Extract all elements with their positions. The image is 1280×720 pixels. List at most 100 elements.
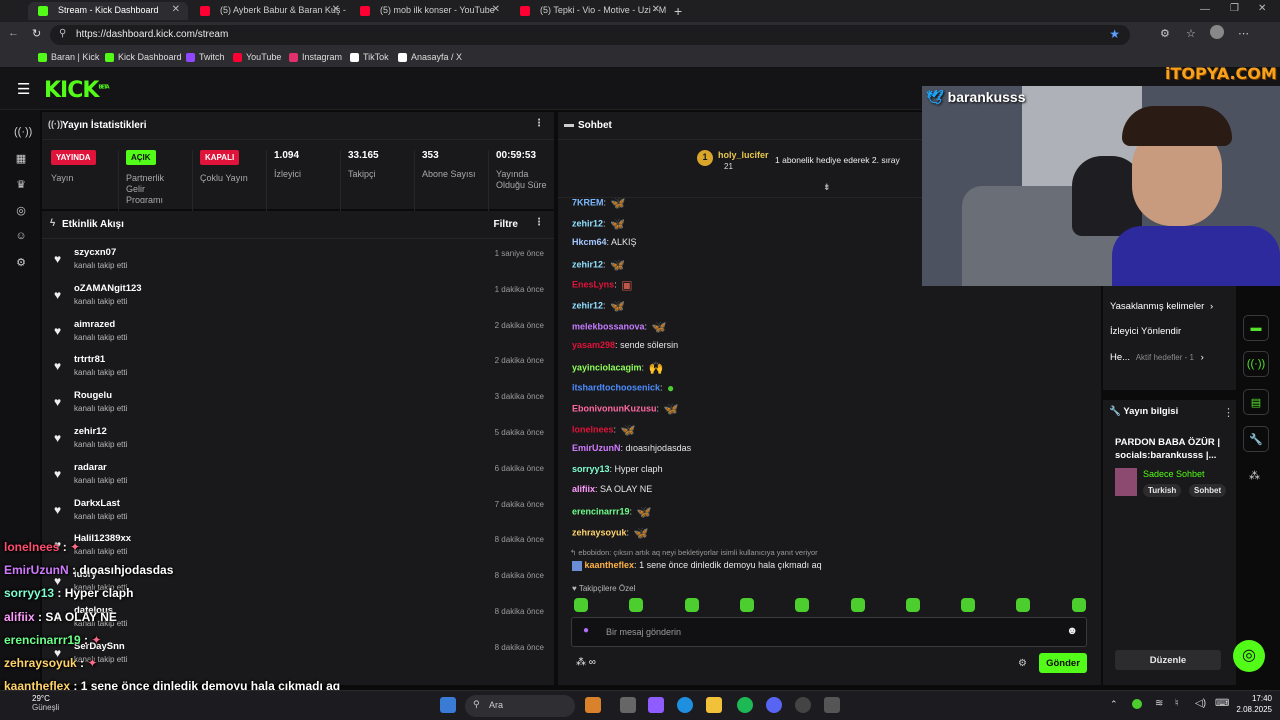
wifi-icon[interactable]: ≋ xyxy=(1155,698,1163,709)
kick-logo[interactable]: KICKBETA xyxy=(44,78,110,103)
activity-event-row[interactable]: ♥ aimrazed kanalı takip etti 2 dakika önce xyxy=(42,313,554,349)
edge-icon[interactable] xyxy=(677,697,693,713)
favorite-star-icon[interactable]: ★ xyxy=(1109,27,1120,41)
windows-start-icon[interactable] xyxy=(440,697,456,713)
bookmark-tiktok[interactable]: TikTok xyxy=(350,52,389,62)
event-username[interactable]: DarkxLast xyxy=(74,498,120,509)
back-icon[interactable]: ← xyxy=(8,27,19,39)
chat-username[interactable]: zehir12 xyxy=(572,218,603,228)
bookmark-baran-kick[interactable]: Baran | Kick xyxy=(38,52,99,62)
event-username[interactable]: zehir12 xyxy=(74,426,107,437)
quick-emote-icon[interactable] xyxy=(629,598,644,612)
profile-avatar[interactable] xyxy=(1210,25,1224,39)
event-username[interactable]: Rougelu xyxy=(74,390,112,401)
chat-username[interactable]: zehir12 xyxy=(572,259,603,269)
event-username[interactable]: radarar xyxy=(74,462,107,473)
more-options-icon[interactable]: ⋮ xyxy=(534,118,544,129)
chat-username[interactable]: Hkcm64 xyxy=(572,237,607,247)
quick-emote-icon[interactable] xyxy=(684,598,699,612)
tray-app-icon[interactable] xyxy=(1132,699,1142,709)
site-info-icon[interactable]: ⚲ xyxy=(59,28,66,39)
quick-emote-icon[interactable] xyxy=(961,598,976,612)
chat-username[interactable]: sorryy13 xyxy=(572,464,610,474)
quick-emote-icon[interactable] xyxy=(739,598,754,612)
maximize-icon[interactable]: ❐ xyxy=(1230,3,1239,14)
chat-username[interactable]: EmirUzunN xyxy=(572,443,621,453)
chat-username[interactable]: yasam298 xyxy=(572,340,615,350)
support-button[interactable]: ◎ xyxy=(1233,640,1265,672)
event-username[interactable]: trtrtr81 xyxy=(74,354,105,365)
hamburger-menu-icon[interactable]: ☰ xyxy=(17,80,30,98)
tab-youtube-1[interactable]: (5) Ayberk Babur & Baran Kuş - M ✕ xyxy=(190,2,348,20)
close-icon[interactable]: ✕ xyxy=(492,4,500,15)
broadcast-toggle-icon[interactable]: ((·)) xyxy=(1243,351,1269,377)
chat-username[interactable]: melekbossanova xyxy=(572,321,645,331)
activity-event-row[interactable]: ♥ zehir12 kanalı takip etti 5 dakika önce xyxy=(42,420,554,456)
tools-toggle-icon[interactable]: 🔧 xyxy=(1243,426,1269,452)
task-view-icon[interactable] xyxy=(620,697,636,713)
volume-icon[interactable]: ◁) xyxy=(1195,698,1206,709)
quick-emote-icon[interactable] xyxy=(850,598,865,612)
event-username[interactable]: aimrazed xyxy=(74,319,115,330)
more-options-icon[interactable]: ⋮ xyxy=(1223,406,1234,419)
emoji-icon[interactable]: ☻ xyxy=(1066,625,1078,637)
spotify-icon[interactable] xyxy=(737,697,753,713)
chat-username[interactable]: EnesLyns xyxy=(572,280,614,290)
extensions-icon[interactable]: ⚙ xyxy=(1160,27,1170,40)
quick-emote-icon[interactable] xyxy=(905,598,920,612)
taskbar-search[interactable]: ⚲ Ara xyxy=(465,695,575,717)
community-icon[interactable]: ☺ xyxy=(14,230,28,244)
chat-username[interactable]: EbonivonunKuzusu xyxy=(572,403,657,413)
chat-username[interactable]: yayinciolacagim xyxy=(572,362,642,372)
activity-event-row[interactable]: ♥ Halil12389xx kanalı takip etti 8 dakika ö… xyxy=(42,527,554,563)
file-explorer-icon[interactable] xyxy=(706,697,722,713)
more-options-icon[interactable]: ⋮ xyxy=(534,217,544,228)
send-button[interactable]: Gönder xyxy=(1039,653,1087,673)
pinned-username[interactable]: holy_lucifer xyxy=(718,150,769,160)
overlay-toggle-icon[interactable]: ▤ xyxy=(1243,389,1269,415)
chat-toggle-icon[interactable]: ▬ xyxy=(1243,315,1269,341)
close-icon[interactable]: ✕ xyxy=(332,4,340,15)
favorites-icon[interactable]: ☆ xyxy=(1186,27,1196,40)
quick-emote-icon[interactable] xyxy=(1016,598,1031,612)
tab-kick-dashboard[interactable]: Stream - Kick Dashboard ✕ xyxy=(28,2,188,20)
chat-input[interactable]: ● Bir mesaj gönderin ☻ xyxy=(571,617,1087,647)
bookmark-kick-dashboard[interactable]: Kick Dashboard xyxy=(105,52,182,62)
bookmark-youtube[interactable]: YouTube xyxy=(233,52,281,62)
new-tab-icon[interactable]: + xyxy=(674,3,682,19)
tag-chip[interactable]: Sohbet xyxy=(1189,484,1227,497)
activity-event-row[interactable]: ♥ radarar kanalı takip etti 6 dakika önce xyxy=(42,456,554,492)
banned-words-link[interactable]: Yasaklanmış kelimeler › xyxy=(1110,301,1213,312)
bookmark-x[interactable]: Anasayfa / X xyxy=(398,52,462,62)
viewer-redirect-link[interactable]: İzleyici Yönlendir xyxy=(1110,326,1181,337)
chat-username[interactable]: erencinarrr19 xyxy=(572,506,630,516)
chat-username[interactable]: alifiix xyxy=(572,484,595,494)
moderation-icon[interactable]: ◎ xyxy=(14,204,28,218)
chat-username[interactable]: zehir12 xyxy=(572,300,603,310)
mic-icon[interactable]: ● xyxy=(583,625,589,636)
window-close-icon[interactable]: ✕ xyxy=(1258,3,1266,14)
activity-event-row[interactable]: ♥ oZAMANgit123 kanalı takip etti 1 dakika ö… xyxy=(42,277,554,313)
mic-tray-icon[interactable]: ♮ xyxy=(1175,698,1179,709)
activity-event-row[interactable]: ♥ Rougelu kanalı takip etti 3 dakika önce xyxy=(42,384,554,420)
calculator-icon[interactable] xyxy=(824,697,840,713)
quick-emote-icon[interactable] xyxy=(795,598,810,612)
broadcast-icon[interactable]: ((·)) xyxy=(14,126,32,140)
activity-event-row[interactable]: ♥ SerDaySnn kanalı takip etti 8 dakika önce xyxy=(42,635,554,671)
bookmark-twitch[interactable]: Twitch xyxy=(186,52,225,62)
activity-event-row[interactable]: ♥ trtrtr81 kanalı takip etti 2 dakika önce xyxy=(42,348,554,384)
discord-icon[interactable] xyxy=(766,697,782,713)
event-username[interactable]: Halil12389xx xyxy=(74,533,131,544)
filter-button[interactable]: Filtre xyxy=(494,219,518,230)
refresh-icon[interactable]: ↻ xyxy=(32,27,41,40)
obs-icon[interactable] xyxy=(795,697,811,713)
tag-chip[interactable]: Turkish xyxy=(1143,484,1182,497)
weather-widget[interactable]: 29°C Güneşli xyxy=(32,694,59,712)
edit-button[interactable]: Düzenle xyxy=(1115,650,1221,670)
chat-username[interactable]: itshardtochoosenick xyxy=(572,383,660,393)
url-field[interactable]: ⚲ https://dashboard.kick.com/stream ★ xyxy=(50,25,1130,45)
event-username[interactable]: oZAMANgit123 xyxy=(74,283,142,294)
chat-username[interactable]: lonelnees xyxy=(572,424,614,434)
activity-event-row[interactable]: ♥ datelous kanalı takip etti 8 dakika önce xyxy=(42,599,554,635)
chat-settings-icon[interactable]: ⚙ xyxy=(1018,658,1027,669)
